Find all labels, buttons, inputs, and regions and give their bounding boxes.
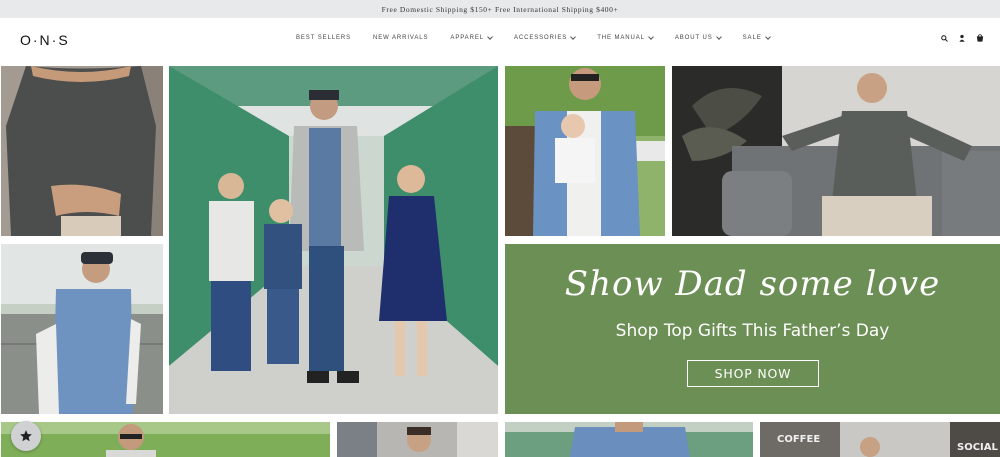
nav-new-arrivals[interactable]: NEW ARRIVALS [373, 35, 428, 41]
chevron-down-icon [570, 34, 577, 40]
man-outdoor-sunglasses-photo[interactable] [1, 422, 330, 457]
storefront-sign-coffee: COFFEE [777, 434, 820, 445]
chevron-down-icon [764, 34, 771, 40]
chevron-down-icon [487, 34, 493, 40]
man-sofa-photo[interactable] [672, 66, 1000, 236]
man-holding-baby-photo[interactable] [505, 66, 665, 236]
man-blue-shirt-photo[interactable] [505, 422, 753, 457]
site-logo[interactable]: O·N·S [20, 32, 70, 48]
man-cap-fence-photo[interactable] [1, 244, 163, 414]
announcement-text: Free Domestic Shipping $150+ Free Intern… [381, 4, 619, 14]
nav-the-manual[interactable]: THE MANUAL [597, 34, 654, 41]
main-nav: BEST SELLERS NEW ARRIVALS APPAREL ACCESS… [296, 34, 792, 41]
man-gray-shirt-photo[interactable] [1, 66, 163, 236]
search-icon[interactable] [941, 34, 948, 42]
nav-label: ACCESSORIES [513, 35, 568, 41]
header-utilities [941, 34, 984, 42]
nav-sale[interactable]: SALE [742, 34, 771, 41]
site-header: O·N·S BEST SELLERS NEW ARRIVALS APPAREL … [0, 18, 1000, 62]
chevron-down-icon [715, 34, 722, 40]
nav-label: NEW ARRIVALS [373, 35, 429, 41]
nav-label: ABOUT US [674, 35, 713, 41]
nav-label: THE MANUAL [597, 35, 645, 41]
shop-now-button[interactable]: SHOP NOW [687, 360, 819, 387]
nav-apparel[interactable]: APPAREL [450, 34, 493, 41]
promo-subheadline: Shop Top Gifts This Father’s Day [615, 321, 890, 341]
nav-best-sellers[interactable]: BEST SELLERS [296, 35, 351, 41]
chevron-down-icon [648, 34, 654, 40]
nav-label: APPAREL [450, 35, 484, 41]
fathers-day-promo: Show Dad some love Shop Top Gifts This F… [505, 244, 1000, 414]
favorites-button[interactable] [11, 421, 41, 451]
nav-label: SALE [742, 35, 762, 41]
nav-accessories[interactable]: ACCESSORIES [513, 34, 577, 41]
man-house-photo[interactable] [337, 422, 498, 457]
storefront-sign-social: SOCIAL [957, 442, 999, 453]
star-icon [20, 430, 32, 442]
family-bridge-photo[interactable] [169, 66, 498, 414]
storefront-photo[interactable]: COFFEE SOCIAL [760, 422, 1000, 457]
nav-about-us[interactable]: ABOUT US [674, 34, 722, 41]
cart-icon[interactable] [976, 34, 984, 42]
nav-label: BEST SELLERS [296, 35, 352, 41]
promo-headline: Show Dad some love [564, 264, 941, 304]
account-icon[interactable] [959, 34, 965, 42]
announcement-bar: Free Domestic Shipping $150+ Free Intern… [0, 0, 1000, 18]
